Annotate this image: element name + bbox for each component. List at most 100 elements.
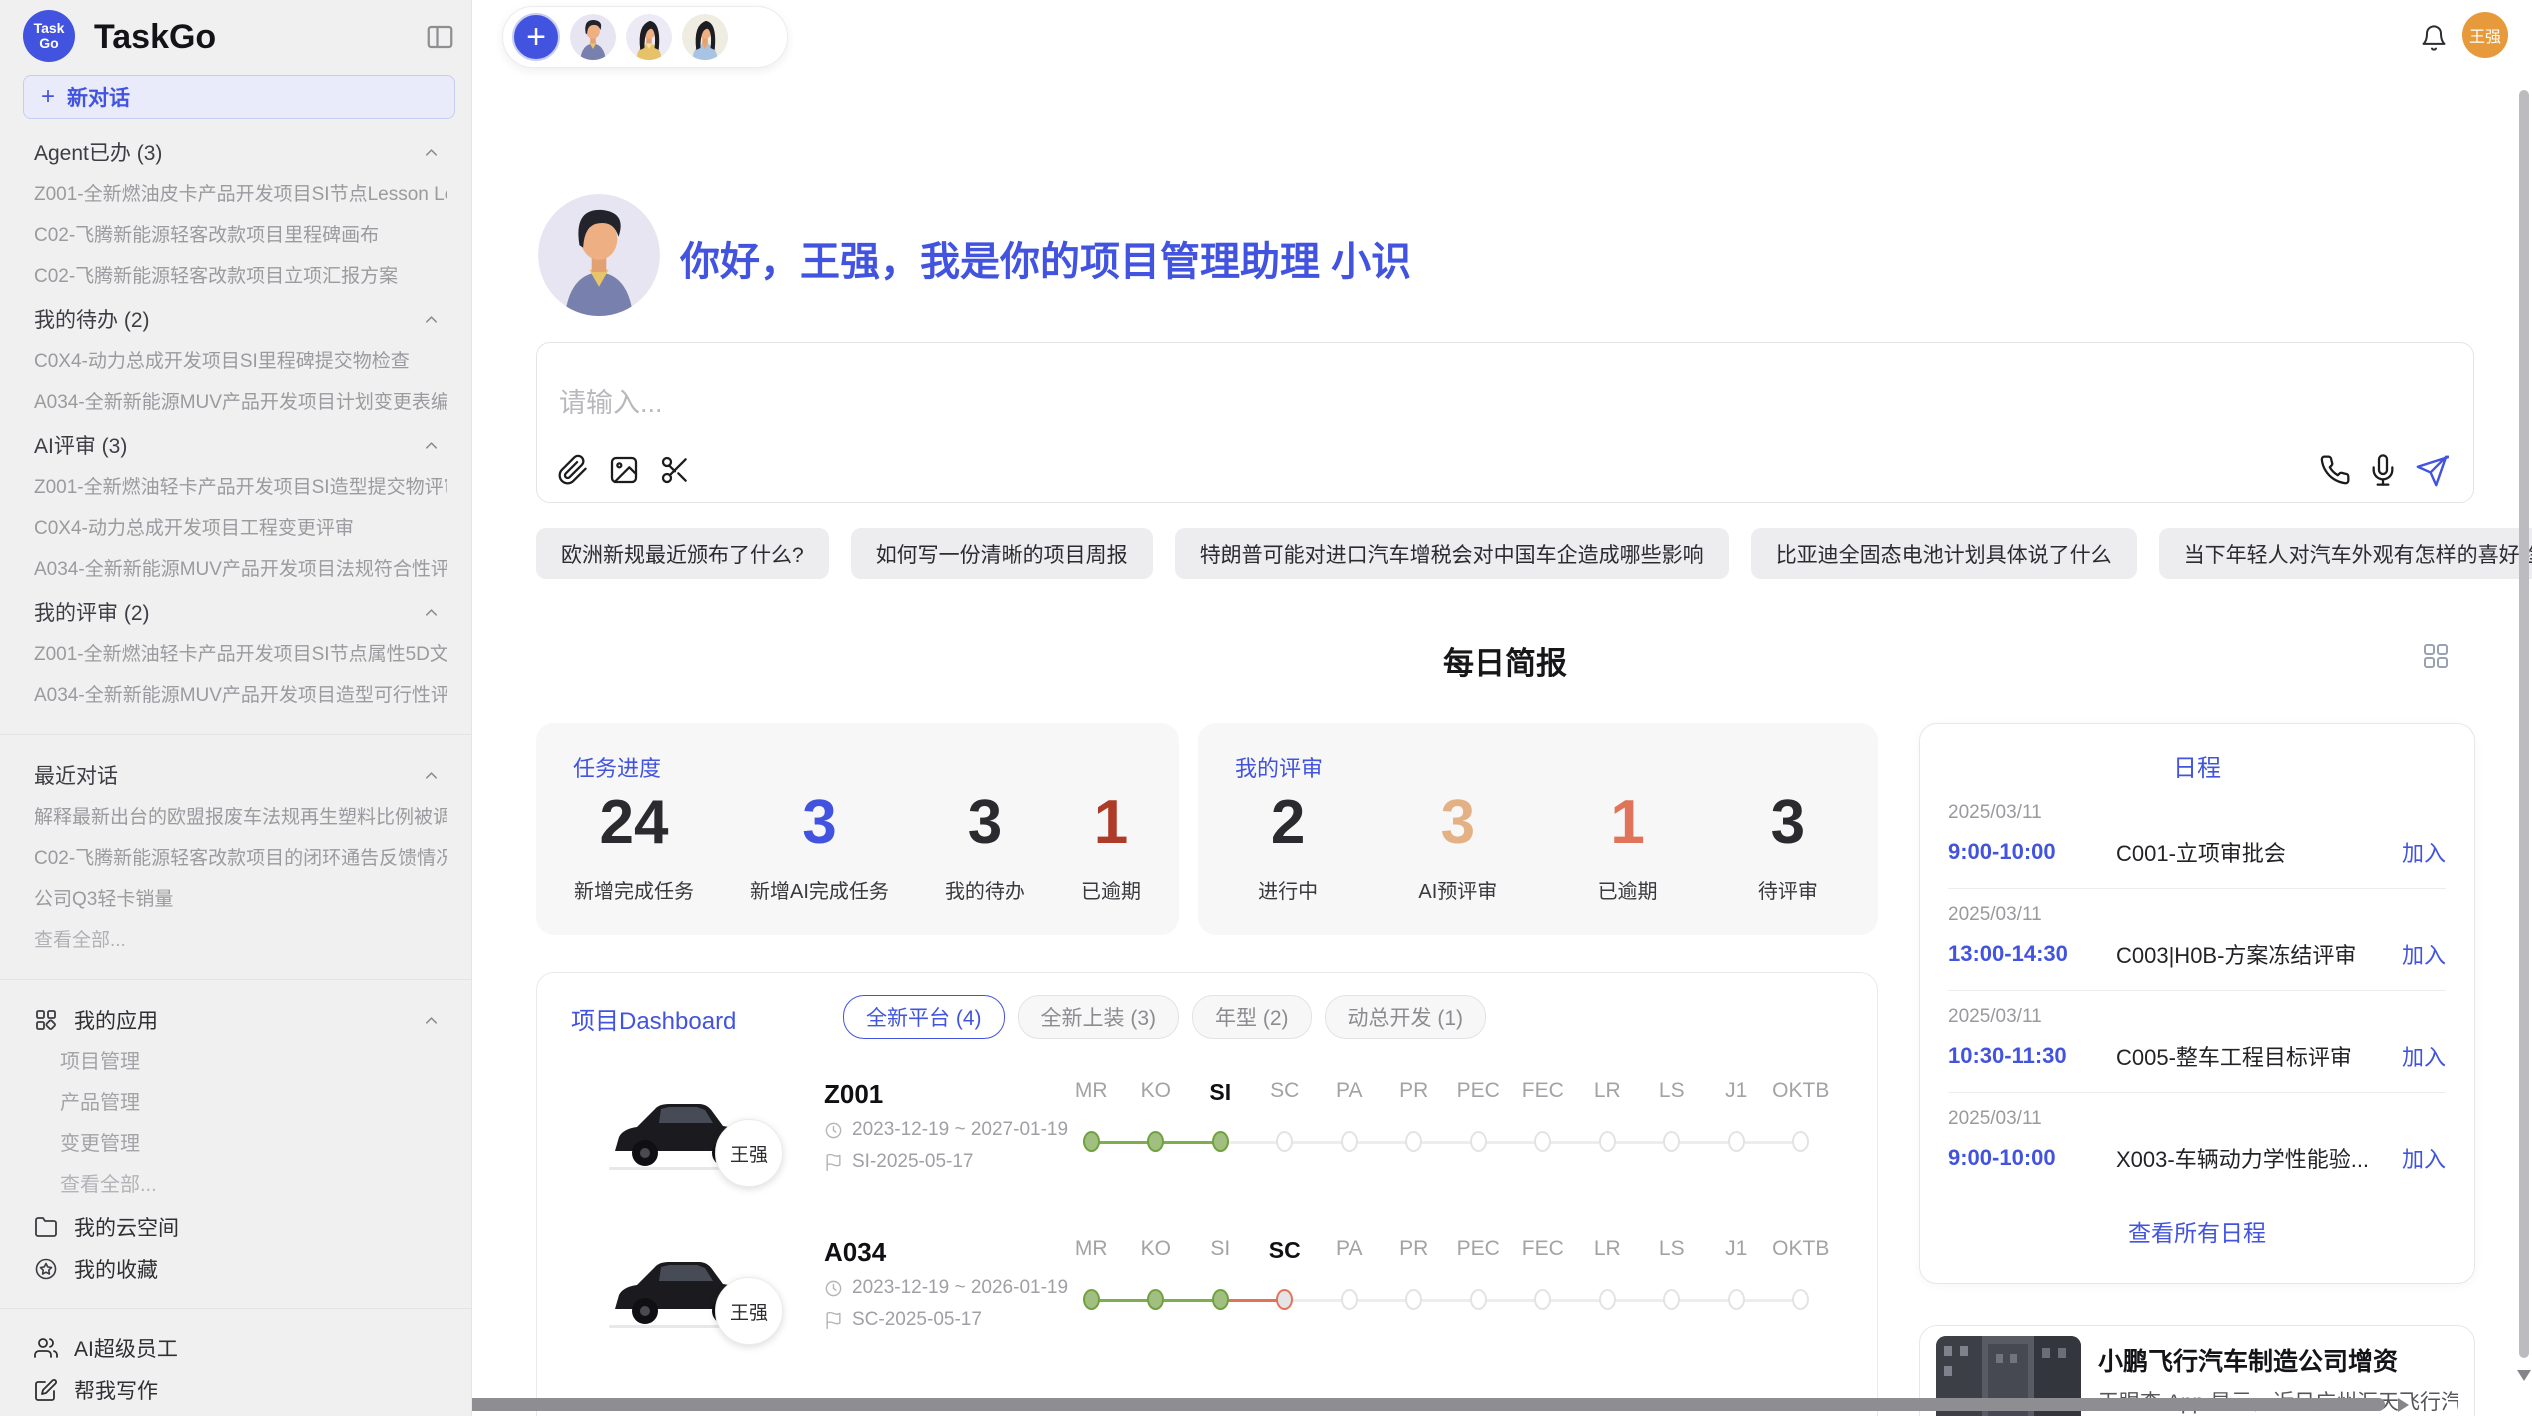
logo-line1: Task	[34, 21, 65, 36]
sidebar-item-star-badge[interactable]: 我的收藏	[34, 1248, 437, 1290]
dashboard-tab[interactable]: 年型 (2)	[1192, 995, 1312, 1039]
milestone-dot	[1276, 1289, 1293, 1310]
dashboard-tab[interactable]: 全新上装 (3)	[1018, 995, 1180, 1039]
sidebar-item[interactable]: Z001-全新燃油轻卡产品开发项目SI节点属性5D文件评审	[34, 634, 447, 675]
send-icon[interactable]	[2415, 454, 2447, 486]
attachment-icon[interactable]	[557, 454, 589, 486]
stat-value: 3	[968, 787, 1002, 859]
tool-label: AI超级员工	[74, 1333, 178, 1363]
sidebar-item[interactable]: Z001-全新燃油轻卡产品开发项目SI造型提交物评审	[34, 467, 447, 508]
schedule-event-title: C003|H0B-方案冻结评审	[2116, 938, 2402, 970]
agent-avatar-1[interactable]	[570, 14, 616, 60]
sidebar-app-item[interactable]: 查看全部...	[60, 1165, 471, 1206]
section-label: AI评审 (3)	[34, 430, 127, 460]
star-badge-icon	[34, 1257, 58, 1281]
sidebar-section-header[interactable]: Agent已办 (3)	[34, 130, 441, 174]
image-upload-icon[interactable]	[608, 454, 640, 486]
flag-text: SI-2025-05-17	[852, 1151, 973, 1173]
milestone-dot	[1405, 1131, 1422, 1152]
suggestion-chip[interactable]: 当下年轻人对汽车外观有怎样的喜好趋势	[2159, 528, 2532, 579]
sidebar-tool-feather[interactable]: 创意制图	[34, 1411, 437, 1416]
suggestion-chip[interactable]: 比亚迪全固态电池计划具体说了什么	[1751, 528, 2137, 579]
schedule-title: 日程	[1920, 748, 2474, 783]
clock-icon	[824, 1121, 843, 1140]
join-link[interactable]: 加入	[2402, 836, 2446, 868]
notification-bell-icon[interactable]	[2420, 24, 2448, 52]
dashboard-tab[interactable]: 动总开发 (1)	[1325, 995, 1487, 1039]
sidebar-tool-users[interactable]: AI超级员工	[34, 1327, 437, 1369]
briefing-layout-icon[interactable]	[2422, 642, 2450, 670]
milestone-label: PEC	[1446, 1225, 1511, 1264]
sidebar-tool-edit-square[interactable]: 帮我写作	[34, 1369, 437, 1411]
stat-item: 1已逾期	[1598, 787, 1658, 904]
sidebar-app-item[interactable]: 产品管理	[60, 1083, 471, 1124]
microphone-icon[interactable]	[2367, 454, 2399, 486]
user-avatar[interactable]: 王强	[2462, 12, 2508, 58]
divider	[0, 1308, 471, 1309]
stat-item: 3新增AI完成任务	[750, 787, 889, 904]
sidebar-item[interactable]: A034-全新新能源MUV产品开发项目计划变更表编写	[34, 382, 447, 423]
milestone-dot	[1728, 1131, 1745, 1152]
milestone-labels: MRKOSISCPAPRPECFECLRLSJ1OKTB	[1059, 1225, 1833, 1264]
screenshot-scissors-icon[interactable]	[659, 454, 691, 486]
add-agent-button[interactable]: +	[512, 13, 560, 61]
sidebar-app-item[interactable]: 项目管理	[60, 1042, 471, 1083]
sidebar-item[interactable]: 查看全部...	[34, 920, 447, 961]
suggestion-chip[interactable]: 欧洲新规最近颁布了什么?	[536, 528, 829, 579]
date-range-text: 2023-12-19 ~ 2026-01-19	[852, 1277, 1068, 1299]
sidebar-item[interactable]: A034-全新新能源MUV产品开发项目造型可行性评审	[34, 675, 447, 716]
join-link[interactable]: 加入	[2402, 1040, 2446, 1072]
milestone-label: J1	[1704, 1067, 1769, 1106]
dashboard-tab[interactable]: 全新平台 (4)	[843, 995, 1005, 1039]
view-all-schedule-link[interactable]: 查看所有日程	[1920, 1214, 2474, 1248]
sidebar: Task Go TaskGo + 新对话 Agent已办 (3)Z001-全新燃…	[0, 0, 472, 1416]
new-chat-button[interactable]: + 新对话	[23, 75, 455, 119]
milestone-dot	[1405, 1289, 1422, 1310]
voice-call-icon[interactable]	[2319, 454, 2351, 486]
sidebar-app-item[interactable]: 变更管理	[60, 1124, 471, 1165]
agent-avatar-3[interactable]	[682, 14, 728, 60]
sidebar-item[interactable]: Z001-全新燃油皮卡产品开发项目SI节点Lesson Learn报告	[34, 174, 447, 215]
project-owner-badge: 王强	[715, 1119, 783, 1187]
stat-label: AI预评审	[1418, 875, 1497, 904]
sidebar-section-header[interactable]: 我的评审 (2)	[34, 590, 441, 634]
schedule-item: 2025/03/119:00-10:00X003-车辆动力学性能验...加入	[1948, 1093, 2446, 1194]
sidebar-item[interactable]: 解释最新出台的欧盟报废车法规再生塑料比例被调至15%...	[34, 797, 447, 838]
section-label: 我的评审 (2)	[34, 597, 150, 627]
chat-input[interactable]	[557, 387, 2061, 420]
horizontal-scrollbar[interactable]	[320, 1398, 2385, 1411]
sidebar-section-header[interactable]: 我的待办 (2)	[34, 297, 441, 341]
milestone-label: LR	[1575, 1067, 1640, 1106]
vertical-scrollbar[interactable]	[2519, 90, 2529, 1358]
project-row[interactable]: 王强A0342023-12-19 ~ 2026-01-19SC-2025-05-…	[537, 1219, 1877, 1377]
sidebar-item-folder[interactable]: 我的云空间	[34, 1206, 437, 1248]
sidebar-section-header[interactable]: AI评审 (3)	[34, 423, 441, 467]
scroll-right-arrow-icon[interactable]	[2398, 1398, 2409, 1412]
project-row[interactable]: 王强Z0012023-12-19 ~ 2027-01-19SI-2025-05-…	[537, 1061, 1877, 1219]
sidebar-item[interactable]: C02-飞腾新能源轻客改款项目的闭环通告反馈情况	[34, 838, 447, 879]
scroll-down-arrow-icon[interactable]	[2517, 1370, 2531, 1381]
sidebar-collapse-icon[interactable]	[425, 22, 455, 52]
sidebar-item[interactable]: C0X4-动力总成开发项目SI里程碑提交物检查	[34, 341, 447, 382]
sidebar-item[interactable]: 公司Q3轻卡销量	[34, 879, 447, 920]
sidebar-section-header[interactable]: 最近对话	[34, 753, 441, 797]
join-link[interactable]: 加入	[2402, 938, 2446, 970]
milestone-labels: MRKOSISCPAPRPECFECLRLSJ1OKTB	[1059, 1067, 1833, 1106]
suggestion-chip[interactable]: 特朗普可能对进口汽车增税会对中国车企造成哪些影响	[1175, 528, 1729, 579]
sidebar-item[interactable]: A034-全新新能源MUV产品开发项目法规符合性评审	[34, 549, 447, 590]
stat-label: 已逾期	[1598, 875, 1658, 904]
sidebar-item-my-apps[interactable]: 我的应用	[34, 998, 441, 1042]
sidebar-item[interactable]: C0X4-动力总成开发项目工程变更评审	[34, 508, 447, 549]
flag-text: SC-2025-05-17	[852, 1309, 982, 1331]
project-owner-badge: 王强	[715, 1277, 783, 1345]
sidebar-item[interactable]: C02-飞腾新能源轻客改款项目里程碑画布	[34, 215, 447, 256]
assistant-avatar	[538, 194, 660, 316]
suggestion-chip[interactable]: 如何写一份清晰的项目周报	[851, 528, 1153, 579]
app-title: TaskGo	[94, 18, 216, 57]
milestone-dot	[1147, 1289, 1164, 1310]
sidebar-item[interactable]: C02-飞腾新能源轻客改款项目立项汇报方案	[34, 256, 447, 297]
milestone-label: LS	[1640, 1225, 1705, 1264]
join-link[interactable]: 加入	[2402, 1142, 2446, 1174]
section-label: Agent已办 (3)	[34, 137, 162, 167]
agent-avatar-2[interactable]	[626, 14, 672, 60]
